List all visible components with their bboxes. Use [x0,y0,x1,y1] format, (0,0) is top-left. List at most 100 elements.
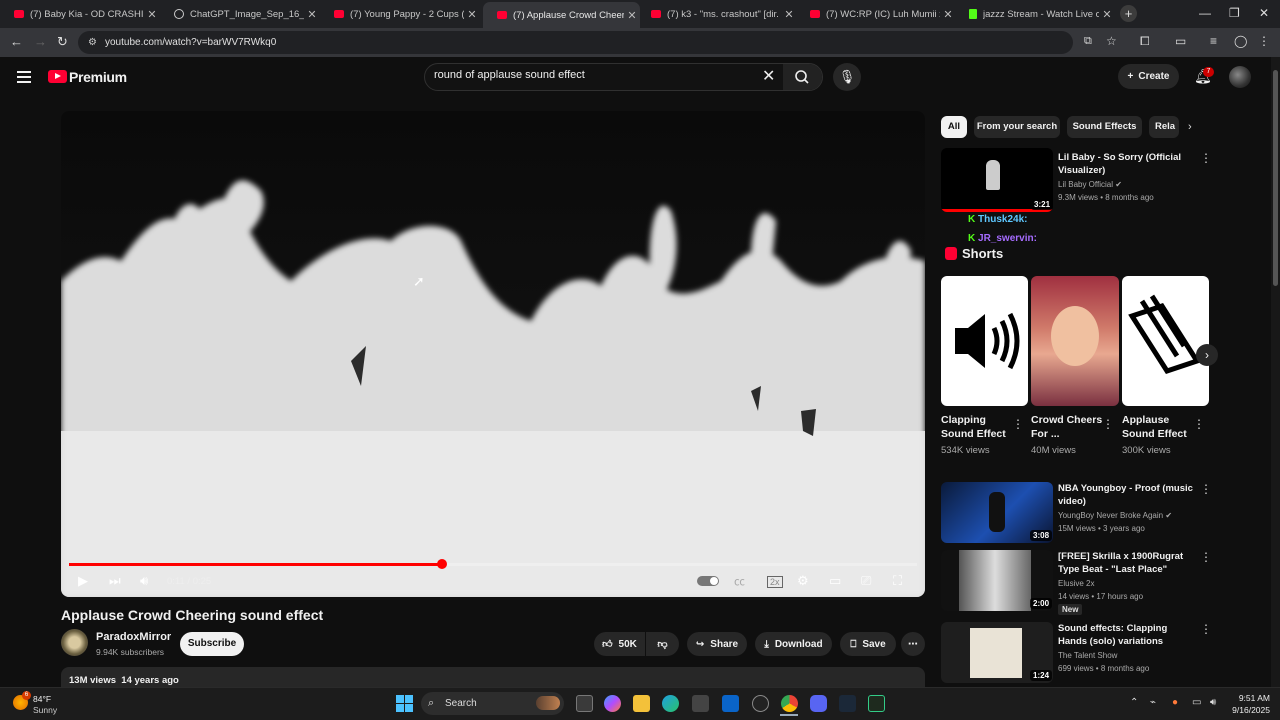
dislike-button[interactable]: 👎︎ [646,632,679,656]
more-vertical-icon[interactable]: ⋮ [1193,417,1205,431]
tray-mic-icon[interactable]: ● [1172,697,1178,708]
close-icon[interactable]: ✕ [464,8,480,21]
fullscreen-icon[interactable]: ⛶ [893,573,902,589]
like-button[interactable]: 👍︎ 50K [594,632,645,656]
theater-mode-icon[interactable]: ▭ [829,573,841,589]
shorts-next-button[interactable]: › [1196,344,1218,366]
browser-tab[interactable]: (7) WC:RP (IC) Luh Mumii x Rec ✕ [796,3,956,25]
more-actions-button[interactable]: ⋯ [901,632,925,656]
related-video-channel[interactable]: YoungBoy Never Broke Again ✔ [1058,511,1172,520]
channel-avatar[interactable] [61,629,88,656]
scrollbar-thumb[interactable] [1273,70,1278,286]
youtube-logo-text[interactable]: Premium [69,69,127,85]
share-button[interactable]: ↪ Share [687,632,747,656]
more-vertical-icon[interactable]: ⋮ [1200,550,1212,564]
media-control-icon[interactable]: ≡ [1210,34,1217,48]
weather-description[interactable]: Sunny [33,705,57,715]
tray-volume-icon[interactable]: 🔊︎ [1210,697,1216,708]
extensions-icon[interactable]: ⧠ [1140,34,1150,49]
cast-icon[interactable]: ⎚ [861,573,871,589]
video-player[interactable] [61,111,925,597]
browser-tab[interactable]: ChatGPT_Image_Sep_16_2025_ ✕ [160,3,320,25]
browser-tab[interactable]: (7) k3 - "ms. crashout" [dir. by ✕ [637,3,797,25]
search-input[interactable] [434,69,754,81]
profile-icon[interactable]: ◯ [1234,34,1247,48]
more-vertical-icon[interactable]: ⋮ [1200,151,1212,165]
terminal-icon[interactable] [868,695,885,712]
more-vertical-icon[interactable]: ⋮ [1200,482,1212,496]
forward-icon[interactable]: → [34,34,47,49]
browser-tab-active[interactable]: (7) Applause Crowd Cheering s ✕ [483,2,640,28]
create-button[interactable]: + Create [1118,64,1179,89]
outlook-icon[interactable] [722,695,739,712]
more-vertical-icon[interactable]: ⋮ [1102,417,1114,431]
tray-display-icon[interactable]: ▭ [1192,697,1201,708]
clear-search-icon[interactable]: ✕ [762,66,775,86]
related-video-title[interactable]: Lil Baby - So Sorry (Official Visualizer… [1058,151,1198,177]
short-thumbnail[interactable] [1031,276,1119,406]
save-button[interactable]: ⎕ Save [840,632,896,656]
volume-icon[interactable]: 🔊︎ [140,573,148,589]
short-title[interactable]: Clapping Sound Effect [941,413,1016,441]
windows-start-icon[interactable] [396,695,413,712]
restore-icon[interactable]: ❐ [1229,6,1240,20]
subscribe-button[interactable]: Subscribe [180,632,244,656]
voice-search-button[interactable]: 🎙 [833,63,861,91]
weather-temperature[interactable]: 84°F [33,694,51,704]
related-video-channel[interactable]: The Talent Show [1058,651,1117,660]
chevron-right-icon[interactable]: › [1188,121,1192,133]
settings-gear-icon[interactable]: ⚙ [797,573,809,589]
window-close-icon[interactable]: ✕ [1259,6,1269,20]
back-icon[interactable]: ← [10,34,23,49]
browser-tab[interactable]: (7) Baby Kia - OD CRASHIN ✕ [0,3,160,25]
store-icon[interactable] [692,695,709,712]
playback-speed-icon[interactable]: 2x [767,576,783,588]
menu-icon[interactable] [17,71,31,86]
related-video-title[interactable]: [FREE] Skrilla x 1900Rugrat Type Beat - … [1058,550,1198,576]
subtitles-icon[interactable]: ㏄ [734,573,745,589]
close-icon[interactable]: ✕ [940,8,956,21]
taskbar-clock-time[interactable]: 9:51 AM [1234,693,1270,703]
tray-chevron-up-icon[interactable]: ⌃ [1130,697,1138,708]
play-icon[interactable]: ▶ [78,573,88,589]
install-app-icon[interactable]: ⧉ [1084,35,1092,48]
app-icon[interactable] [752,695,769,712]
new-tab-button[interactable]: + [1120,5,1137,22]
close-icon[interactable]: ✕ [781,8,797,21]
taskbar-clock-date[interactable]: 9/16/2025 [1226,705,1270,715]
account-avatar[interactable] [1229,66,1251,88]
close-icon[interactable]: ✕ [144,8,160,21]
site-info-icon[interactable]: ⚙ [88,37,97,48]
browser-menu-icon[interactable]: ⋮ [1258,34,1270,48]
chip-sound-effects[interactable]: Sound Effects [1067,116,1142,138]
related-video-channel[interactable]: Elusive 2x [1058,579,1094,588]
bookmark-star-icon[interactable]: ☆ [1106,34,1117,48]
task-view-icon[interactable] [576,695,593,712]
tray-network-icon[interactable]: ⌁ [1150,697,1156,708]
more-vertical-icon[interactable]: ⋮ [1200,622,1212,636]
edge-icon[interactable] [662,695,679,712]
autoplay-toggle[interactable] [697,576,719,586]
short-title[interactable]: Crowd Cheers For ... [1031,413,1106,441]
next-icon[interactable]: ⏭ [109,573,121,589]
minimize-icon[interactable]: — [1199,6,1211,20]
chrome-icon[interactable] [781,695,798,712]
related-video-title[interactable]: NBA Youngboy - Proof (music video) [1058,482,1198,508]
search-button[interactable] [783,64,822,90]
chip-related[interactable]: Rela [1149,116,1179,138]
channel-name[interactable]: ParadoxMirror [96,631,171,643]
short-title[interactable]: Applause Sound Effect [1122,413,1197,441]
download-button[interactable]: ⤓ Download [755,632,832,656]
chip-from-your-search[interactable]: From your search [974,116,1060,138]
short-thumbnail[interactable] [1122,276,1209,406]
close-icon[interactable]: ✕ [304,8,320,21]
steam-icon[interactable] [839,695,856,712]
file-explorer-icon[interactable] [633,695,650,712]
related-video-title[interactable]: Sound effects: Clapping Hands (solo) var… [1058,622,1198,648]
short-thumbnail[interactable] [941,276,1028,406]
chip-all[interactable]: All [941,116,967,138]
copilot-icon[interactable] [604,695,621,712]
address-url[interactable]: youtube.com/watch?v=barWV7RWkq0 [105,37,276,48]
browser-tab[interactable]: (7) Young Pappy - 2 Cups (Offic ✕ [320,3,480,25]
related-video-channel[interactable]: Lil Baby Official ✔ [1058,180,1122,189]
